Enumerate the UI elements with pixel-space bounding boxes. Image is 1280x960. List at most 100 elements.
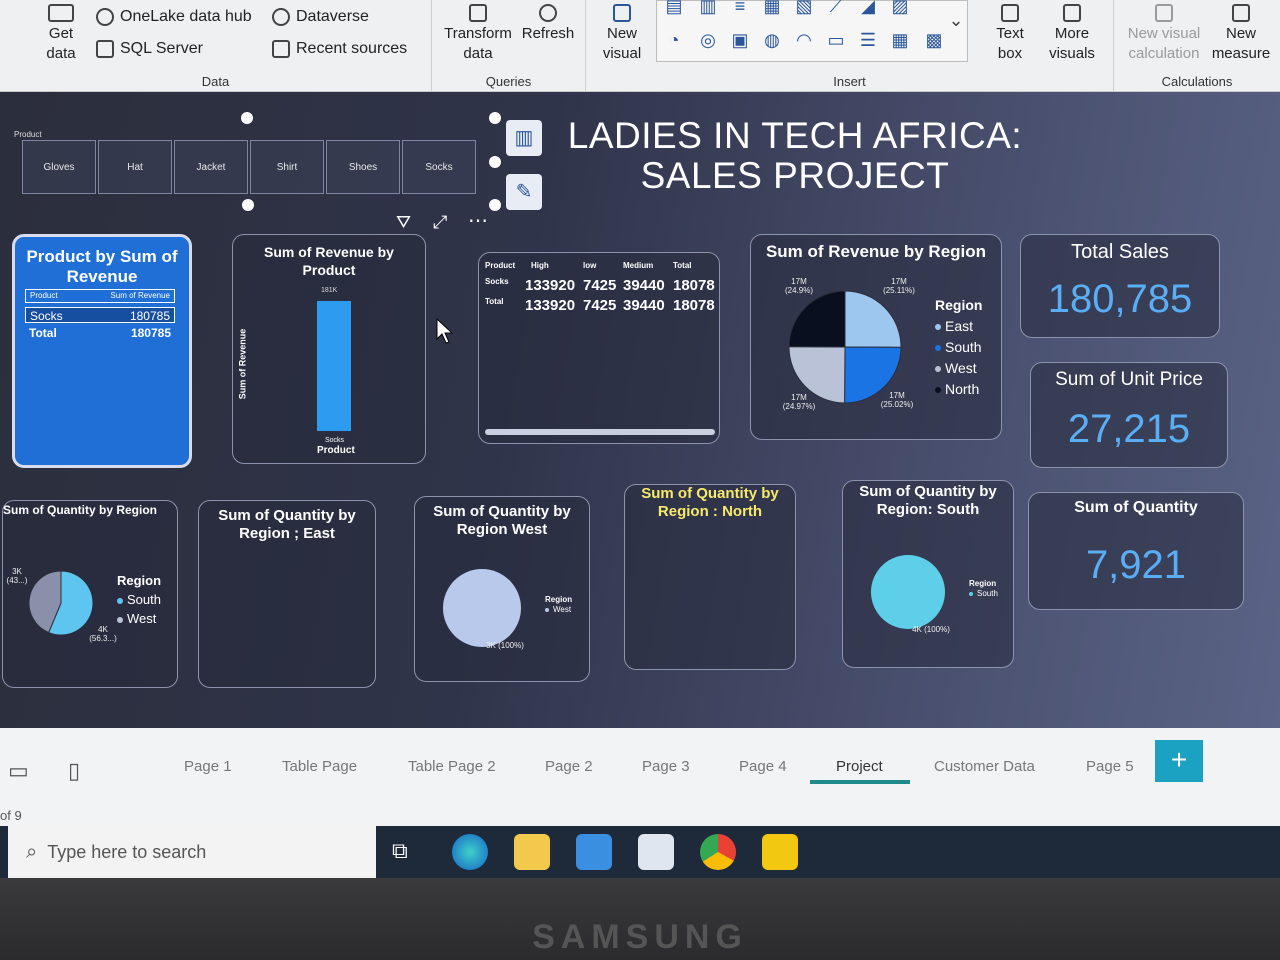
ribbon-chart-icon[interactable]: ▨ [889, 0, 911, 17]
tab-page-4[interactable]: Page 4 [739, 758, 787, 775]
horizontal-scrollbar[interactable] [485, 429, 715, 435]
tab-table-page[interactable]: Table Page [282, 758, 357, 775]
onelake-button[interactable]: OneLake data hub [96, 8, 252, 26]
data-label: 17M (24.9%) [784, 277, 813, 295]
table-row[interactable]: Total 133920 7425 39440 18078 [485, 297, 715, 315]
tab-page-3[interactable]: Page 3 [642, 758, 690, 775]
legend-item[interactable]: West [545, 605, 572, 615]
slicer-item[interactable]: Hat [98, 140, 172, 194]
gauge-icon[interactable]: ◠ [793, 29, 815, 51]
edge-icon[interactable] [452, 834, 488, 870]
tab-project[interactable]: Project [836, 758, 883, 775]
pie-slice[interactable] [443, 569, 521, 647]
legend-item[interactable]: West [117, 609, 161, 628]
quantity-by-region-chart[interactable]: Sum of Quantity by Region 3K (43...) 4K … [2, 500, 178, 688]
map-icon[interactable]: ◍ [761, 29, 783, 51]
revenue-by-product-chart[interactable]: Sum of Revenue by Product 181K Sum of Re… [232, 234, 426, 464]
text-box-button[interactable]: Text box [984, 4, 1036, 64]
analytics-button[interactable]: ✎ [506, 174, 542, 210]
new-visual-calculation-button[interactable]: New visual calculation [1124, 4, 1204, 64]
store-icon[interactable] [576, 834, 612, 870]
card-icon[interactable]: ▭ [825, 29, 847, 51]
quantity-card[interactable]: Sum of Quantity 7,921 [1028, 492, 1244, 610]
tab-page-1[interactable]: Page 1 [184, 758, 232, 775]
new-visual-button[interactable]: New visual [594, 4, 650, 64]
revenue-matrix[interactable]: Product High low Medium Total Socks 133920 742… [478, 252, 720, 444]
legend-title: Region [969, 579, 997, 588]
pie-chart[interactable] [29, 571, 93, 635]
resize-handle[interactable] [489, 112, 501, 124]
add-page-button[interactable]: + [1155, 740, 1203, 782]
slicer-item[interactable]: Shoes [326, 140, 400, 194]
quantity-east-chart[interactable]: Sum of Quantity by Region ; East [198, 500, 376, 688]
unit-price-card[interactable]: Sum of Unit Price 27,215 [1030, 362, 1228, 468]
sql-server-button[interactable]: SQL Server [96, 40, 203, 58]
visualizations-gallery[interactable]: ▤ ▥ ≡ ▦ ▧ ⟋ ◢ ▨ ◔ ◎ ▣ ◍ ◠ ▭ ☰ ▦ ▩ ⌄ [656, 0, 968, 62]
table-row[interactable]: Socks 133920 7425 39440 18078 [485, 277, 715, 295]
more-options-icon[interactable]: ⋯ [468, 208, 488, 233]
desktop-view-icon[interactable]: ▭ [8, 758, 29, 784]
report-canvas[interactable]: Product Gloves Hat Jacket Shirt Shoes Socks ▥… [0, 92, 1280, 728]
table-row[interactable]: Socks 180785 [25, 307, 175, 323]
focus-mode-icon[interactable]: ⤢ [433, 212, 447, 233]
tab-page-2[interactable]: Page 2 [545, 758, 593, 775]
area-chart-icon[interactable]: ◢ [857, 0, 879, 17]
new-measure-button[interactable]: New measure [1206, 4, 1276, 64]
legend-item[interactable]: East [935, 316, 982, 337]
table-visual-icon[interactable]: ▦ [889, 29, 911, 51]
file-explorer-icon[interactable] [514, 834, 550, 870]
line-chart-icon[interactable]: ⟋ [825, 0, 847, 17]
mail-icon[interactable] [638, 834, 674, 870]
legend-item[interactable]: South [935, 337, 982, 358]
dataverse-button[interactable]: Dataverse [272, 8, 369, 26]
column-chart-icon[interactable]: ▦ [761, 0, 783, 17]
resize-handle[interactable] [489, 199, 501, 211]
stacked-bar-icon[interactable]: ▤ [663, 0, 685, 17]
refresh-button[interactable]: Refresh [516, 4, 580, 44]
more-visuals-button[interactable]: More visuals [1038, 4, 1106, 64]
bar-chart-icon[interactable]: ≡ [729, 0, 751, 17]
pie-slice[interactable] [871, 555, 945, 629]
transform-data-button[interactable]: Transform data [440, 4, 516, 64]
filter-icon[interactable]: ⛛ [396, 212, 411, 233]
clustered-column-icon[interactable]: ▥ [697, 0, 719, 17]
slicer-item[interactable]: Jacket [174, 140, 248, 194]
tab-customer-data[interactable]: Customer Data [934, 758, 1035, 775]
combo-chart-icon[interactable]: ▧ [793, 0, 815, 17]
quantity-west-chart[interactable]: Sum of Quantity by Region West 3K (100%)… [414, 496, 590, 682]
legend-item[interactable]: South [117, 590, 161, 609]
pie-chart-icon[interactable]: ◔ [663, 29, 685, 51]
recent-sources-button[interactable]: Recent sources [272, 40, 407, 58]
pie-slice[interactable] [789, 291, 846, 348]
bar[interactable] [317, 301, 351, 431]
total-sales-card[interactable]: Total Sales 180,785 [1020, 234, 1220, 338]
chevron-down-icon[interactable]: ⌄ [945, 9, 967, 31]
product-revenue-table[interactable]: Product by Sum of Revenue Product Sum of… [12, 234, 192, 468]
tab-page-5[interactable]: Page 5 [1086, 758, 1134, 775]
slicer-item[interactable]: Socks [402, 140, 476, 194]
chrome-icon[interactable] [700, 834, 736, 870]
power-bi-icon[interactable] [762, 834, 798, 870]
task-view-icon[interactable]: ⧉ [392, 838, 408, 864]
revenue-by-region-chart[interactable]: Sum of Revenue by Region 17M (24.9%) 17M… [750, 234, 1002, 440]
taskbar-search[interactable]: ⌕ Type here to search [8, 826, 376, 878]
quantity-north-chart[interactable]: Sum of Quantity by Region : North [624, 484, 796, 670]
resize-handle[interactable] [242, 199, 254, 211]
legend-item[interactable]: South [969, 589, 998, 599]
slicer-item[interactable]: Shirt [250, 140, 324, 194]
tab-table-page-2[interactable]: Table Page 2 [408, 758, 496, 775]
multirow-card-icon[interactable]: ☰ [857, 29, 879, 51]
pie-slice[interactable] [844, 291, 902, 348]
get-data-button[interactable]: Get data [30, 4, 92, 64]
mobile-view-icon[interactable]: ▯ [68, 758, 80, 784]
treemap-icon[interactable]: ▣ [729, 29, 751, 51]
quantity-south-chart[interactable]: Sum of Quantity by Region: South 4K (100… [842, 480, 1014, 668]
legend-item[interactable]: West [935, 358, 982, 379]
donut-chart-icon[interactable]: ◎ [697, 29, 719, 51]
format-button[interactable]: ▥ [506, 120, 542, 156]
matrix-visual-icon[interactable]: ▩ [923, 29, 945, 51]
slicer-item[interactable]: Gloves [22, 140, 96, 194]
legend-item[interactable]: North [935, 379, 982, 400]
resize-handle[interactable] [489, 156, 501, 168]
resize-handle[interactable] [241, 112, 253, 124]
